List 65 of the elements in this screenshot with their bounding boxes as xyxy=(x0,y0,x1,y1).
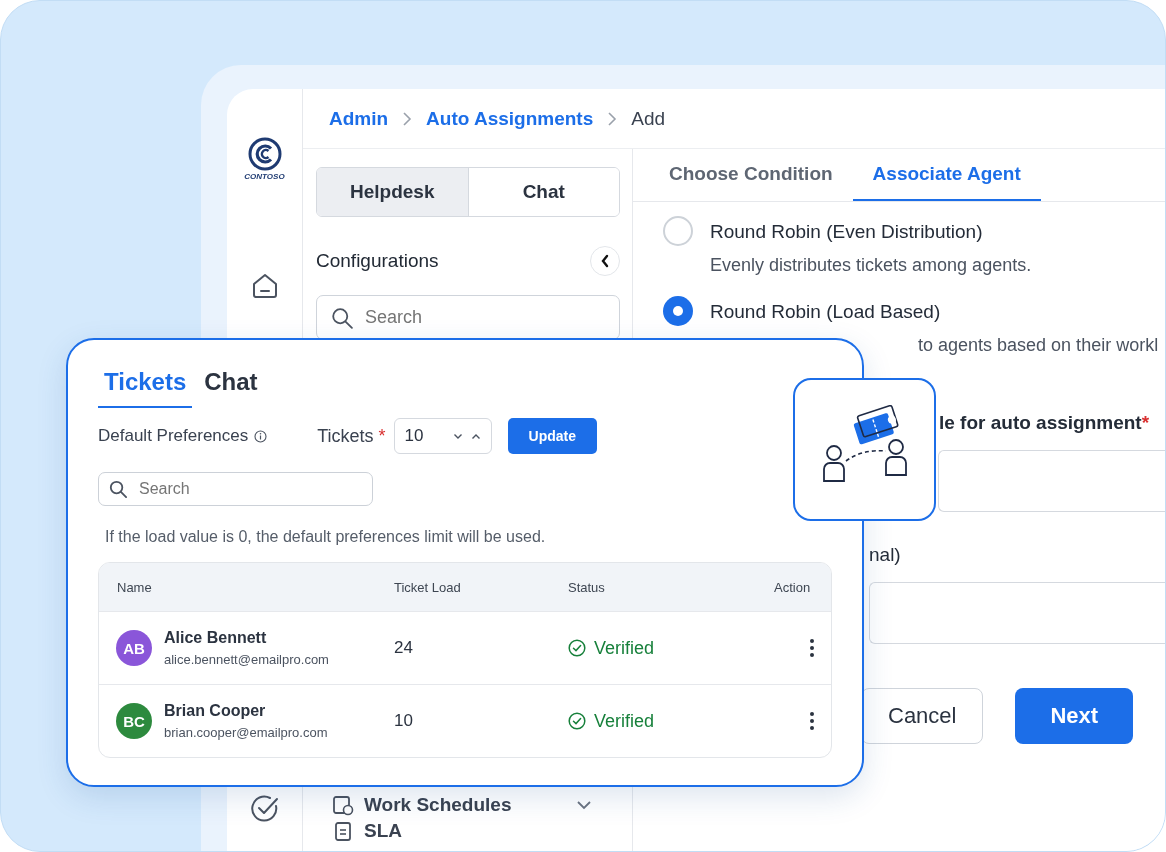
agent-email: brian.cooper@emailpro.com xyxy=(164,725,328,740)
nav-item[interactable]: SLA xyxy=(332,820,592,842)
chevron-right-icon xyxy=(402,110,413,127)
update-button[interactable]: Update xyxy=(507,418,598,454)
status-label: Verified xyxy=(594,710,655,732)
step-tab[interactable]: Associate Agent xyxy=(852,149,1041,201)
preferences-label: Default Preferences xyxy=(98,426,249,446)
field-label: nal) xyxy=(869,544,901,566)
avatar: AB xyxy=(116,630,152,666)
chevron-up-icon[interactable] xyxy=(470,432,481,440)
search-input[interactable]: Search xyxy=(363,306,605,329)
breadcrumb-link[interactable]: Admin xyxy=(329,107,389,130)
calendar-clock-icon xyxy=(332,794,354,816)
breadcrumb-link[interactable]: Auto Assignments xyxy=(426,107,594,130)
search-input[interactable]: Search xyxy=(137,479,362,499)
option-title: Round Robin (Even Distribution) xyxy=(710,221,984,243)
required-mark: * xyxy=(1141,412,1150,434)
tickets-label: Tickets xyxy=(317,425,374,447)
tab[interactable]: Tickets xyxy=(98,362,193,408)
column-header: Ticket Load xyxy=(393,579,462,595)
next-button[interactable]: Next xyxy=(1015,688,1134,744)
table-cell-text: 24 xyxy=(393,638,414,658)
chevron-right-icon xyxy=(607,110,618,127)
check-circle-icon xyxy=(568,712,586,730)
number-stepper[interactable]: 10 xyxy=(393,418,492,454)
breadcrumb-current: Add xyxy=(631,107,666,130)
option-description: Evenly distributes tickets among agents. xyxy=(710,255,1032,276)
info-icon xyxy=(254,429,268,443)
tab[interactable]: Chat xyxy=(198,362,264,408)
radio-button[interactable] xyxy=(663,216,693,246)
panel-title: Configurations xyxy=(316,250,439,272)
clipboard-icon xyxy=(332,820,354,842)
input-field[interactable] xyxy=(938,450,1165,512)
agent-name: Brian Cooper xyxy=(164,702,267,720)
logo-text: CONTOSO xyxy=(244,172,285,181)
chevron-down-icon[interactable] xyxy=(452,432,463,440)
more-vertical-icon xyxy=(809,711,815,731)
search-icon xyxy=(109,480,127,498)
option-description: to agents based on their workl xyxy=(917,335,1159,356)
column-header: Name xyxy=(116,579,153,595)
info-note: If the load value is 0, the default preferences limit will be used. xyxy=(105,528,547,546)
logo-icon xyxy=(247,137,282,171)
segment-tab[interactable]: Helpdesk xyxy=(317,168,469,216)
column-header: Action xyxy=(773,579,812,595)
step-tab[interactable]: Choose Condition xyxy=(649,149,853,201)
more-vertical-icon xyxy=(809,638,815,658)
required-mark: * xyxy=(378,425,386,447)
avatar: BC xyxy=(116,703,152,739)
field-label: le for auto assignment xyxy=(939,412,1142,434)
check-circle-icon xyxy=(568,639,586,657)
radio-button[interactable] xyxy=(663,296,693,326)
input-field[interactable] xyxy=(869,582,1165,644)
agent-email: alice.bennett@emailpro.com xyxy=(164,652,329,667)
collapse-button[interactable] xyxy=(590,246,620,276)
search-icon xyxy=(331,306,353,329)
check-circle-icon[interactable] xyxy=(249,793,280,823)
column-header: Status xyxy=(567,579,606,595)
option-title: Round Robin (Load Based) xyxy=(710,301,942,323)
agent-name: Alice Bennett xyxy=(164,629,268,647)
status-label: Verified xyxy=(594,637,655,659)
search-field[interactable]: Search xyxy=(98,472,373,506)
nav-item[interactable]: Work Schedules xyxy=(332,794,592,816)
table-cell-text: 10 xyxy=(393,711,414,731)
cancel-button[interactable]: Cancel xyxy=(861,688,984,744)
chevron-left-icon xyxy=(600,254,610,268)
